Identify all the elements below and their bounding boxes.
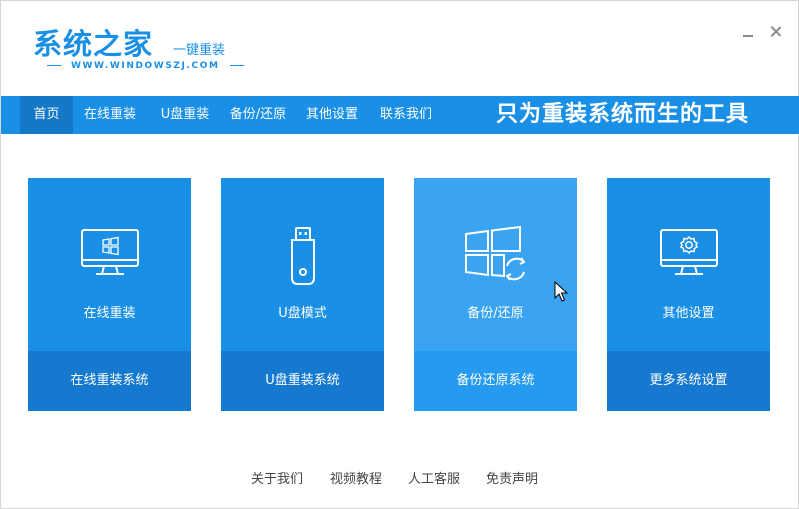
online-reinstall-system-button[interactable]: 在线重装系统 bbox=[28, 351, 191, 411]
minimize-button[interactable] bbox=[741, 23, 757, 39]
logo: 系统之家 一键重装 WWW.WINDOWSZJ.COM bbox=[33, 21, 244, 71]
card-top[interactable]: 备份/还原 bbox=[414, 178, 577, 351]
card-usb-mode[interactable]: U盘模式 U盘重装系统 bbox=[221, 178, 384, 411]
more-system-settings-button[interactable]: 更多系统设置 bbox=[607, 351, 770, 411]
monitor-gear-icon bbox=[607, 226, 770, 290]
card-action-label: 备份还原系统 bbox=[456, 373, 535, 388]
card-top[interactable]: 在线重装 bbox=[28, 178, 191, 351]
card-action-label: 更多系统设置 bbox=[649, 373, 728, 388]
close-button[interactable] bbox=[768, 25, 784, 41]
nav-item-contact-us[interactable]: 联系我们 bbox=[375, 96, 437, 134]
nav-bar: 首页 在线重装 U盘重装 备份/还原 其他设置 联系我们 只为重装系统而生的工具 bbox=[1, 96, 799, 134]
nav-item-home[interactable]: 首页 bbox=[20, 96, 73, 134]
logo-text: 系统之家 bbox=[33, 27, 154, 61]
card-other-settings[interactable]: 其他设置 更多系统设置 bbox=[607, 178, 770, 411]
nav-item-other-settings[interactable]: 其他设置 bbox=[301, 96, 363, 134]
card-top[interactable]: U盘模式 bbox=[221, 178, 384, 351]
logo-subtitle: 一键重装 bbox=[173, 43, 226, 58]
card-online-reinstall[interactable]: 在线重装 在线重装系统 bbox=[28, 178, 191, 411]
footer-link-customer-service[interactable]: 人工客服 bbox=[408, 468, 460, 487]
mouse-cursor-icon bbox=[554, 281, 568, 302]
card-top[interactable]: 其他设置 bbox=[607, 178, 770, 351]
nav-item-online-reinstall[interactable]: 在线重装 bbox=[79, 96, 141, 134]
card-label: 在线重装 bbox=[83, 306, 136, 321]
windows-refresh-icon bbox=[414, 226, 577, 290]
app-window: 系统之家 一键重装 WWW.WINDOWSZJ.COM 首页 在线重装 U盘重装… bbox=[0, 0, 799, 509]
nav-item-usb-reinstall[interactable]: U盘重装 bbox=[155, 96, 215, 134]
logo-url: WWW.WINDOWSZJ.COM bbox=[37, 61, 254, 71]
card-label: U盘模式 bbox=[278, 306, 327, 321]
monitor-windows-icon bbox=[28, 226, 191, 290]
logo-url-text: WWW.WINDOWSZJ.COM bbox=[71, 61, 220, 71]
usb-reinstall-system-button[interactable]: U盘重装系统 bbox=[221, 351, 384, 411]
card-label: 其他设置 bbox=[662, 306, 715, 321]
footer-link-disclaimer[interactable]: 免责声明 bbox=[486, 468, 538, 487]
card-action-label: U盘重装系统 bbox=[265, 373, 340, 388]
backup-restore-system-button[interactable]: 备份还原系统 bbox=[414, 351, 577, 411]
card-label: 备份/还原 bbox=[467, 306, 524, 321]
usb-drive-icon bbox=[221, 226, 384, 290]
card-backup-restore[interactable]: 备份/还原 备份还原系统 bbox=[414, 178, 577, 411]
card-action-label: 在线重装系统 bbox=[70, 373, 149, 388]
footer-link-video-tutorial[interactable]: 视频教程 bbox=[330, 468, 382, 487]
nav-item-backup-restore[interactable]: 备份/还原 bbox=[225, 96, 291, 134]
footer-link-about[interactable]: 关于我们 bbox=[251, 468, 303, 487]
slogan: 只为重装系统而生的工具 bbox=[496, 102, 750, 127]
